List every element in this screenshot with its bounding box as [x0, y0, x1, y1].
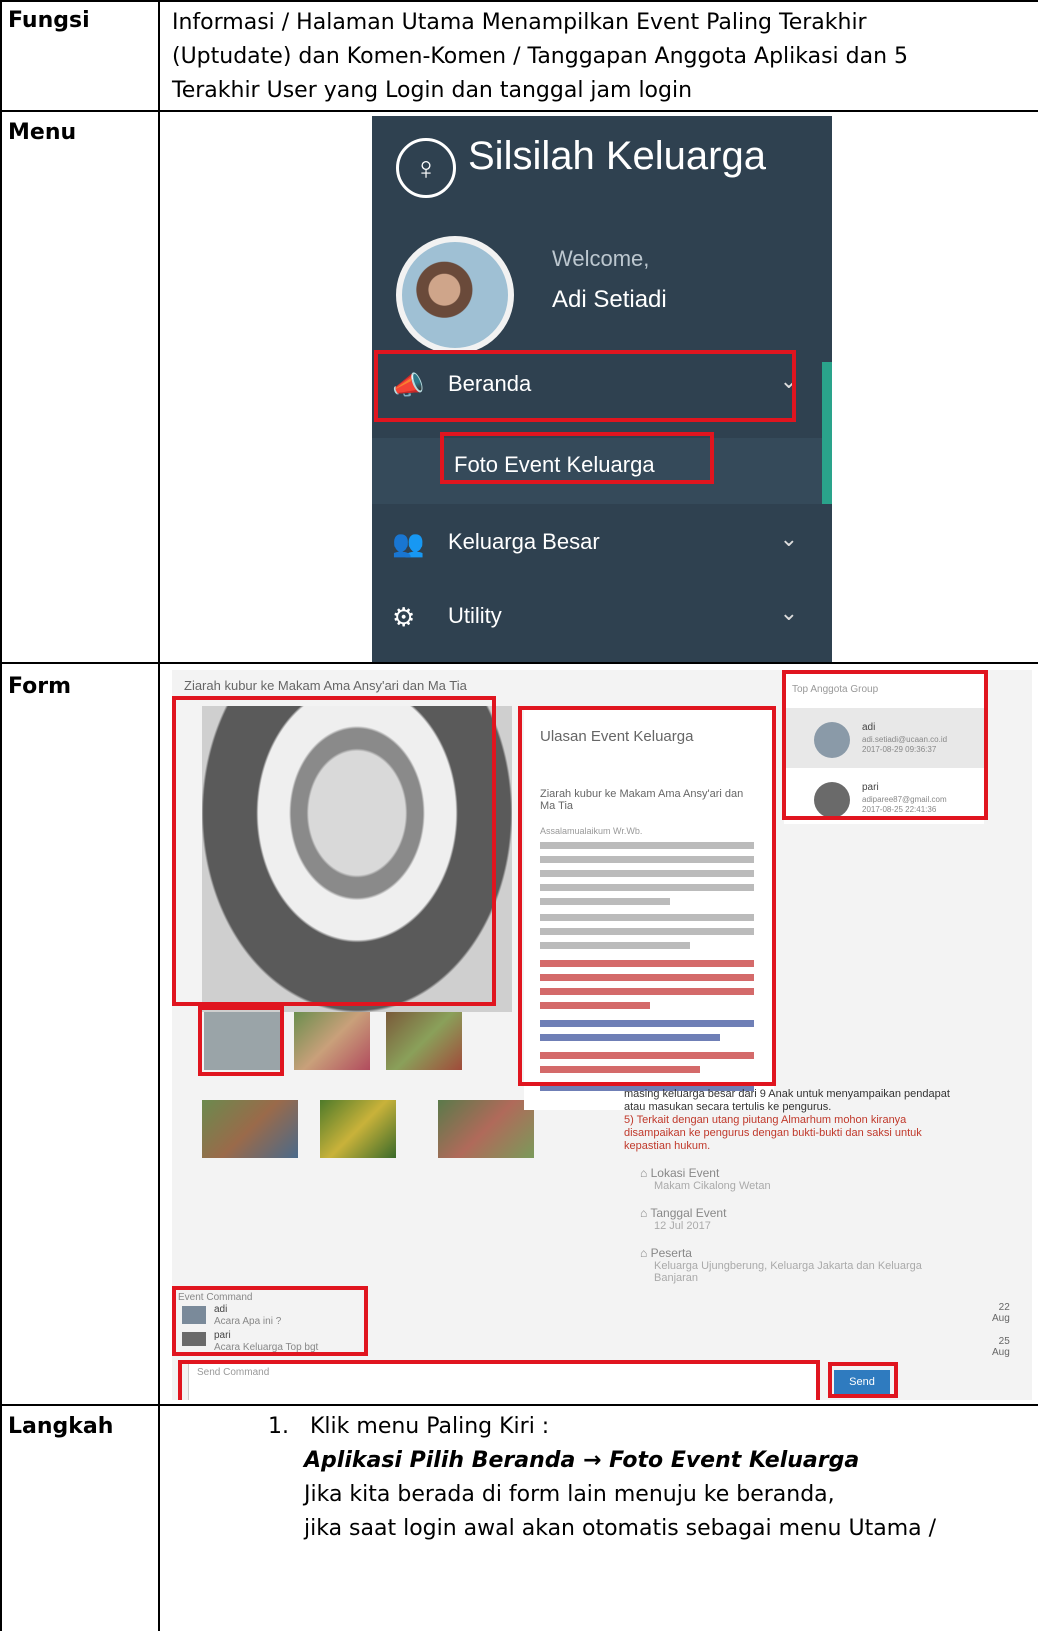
gear-icon: ⚙	[392, 602, 416, 632]
sidebar-item-keluarga-besar[interactable]: 👥 Keluarga Besar ⌄	[372, 512, 832, 572]
comment-day: 22	[998, 1302, 1010, 1313]
app-title: Silsilah Keluarga	[468, 134, 766, 178]
row-divider-3	[0, 1404, 1038, 1406]
avatar	[396, 236, 514, 354]
step-text: jika saat login awal akan otomatis sebag…	[304, 1516, 937, 1541]
sidebar-item-label: Keluarga Besar	[448, 529, 600, 554]
welcome-text: Welcome,	[552, 246, 650, 271]
comment-day: 25	[998, 1336, 1010, 1347]
row-divider-1	[0, 110, 1038, 112]
step-number: 1.	[268, 1414, 289, 1439]
meta-value: Keluarga Ujungberung, Keluarga Jakarta d…	[654, 1260, 922, 1284]
highlight-box-photo	[172, 696, 496, 1006]
person-icon: ♀	[396, 138, 456, 198]
meta-label: Peserta	[650, 1246, 692, 1260]
event-date: ⌂ Tanggal Event 12 Jul 2017	[640, 1206, 726, 1232]
comment-month: Aug	[992, 1347, 1010, 1358]
row-label-form: Form	[8, 674, 72, 699]
highlight-box-beranda	[374, 350, 796, 422]
chevron-down-icon: ⌄	[779, 600, 798, 625]
row-label-fungsi: Fungsi	[8, 8, 90, 33]
fungsi-line: (Uptudate) dan Komen-Komen / Tanggapan A…	[172, 44, 909, 69]
event-form: Ziarah kubur ke Makam Ama Ansy'ari dan M…	[172, 670, 1032, 1400]
step-text: Klik menu Paling Kiri :	[310, 1414, 550, 1439]
fungsi-line: Terakhir User yang Login dan tanggal jam…	[172, 78, 693, 103]
review-text: masing keluarga besar dari 9 Anak untuk …	[624, 1088, 950, 1113]
event-title: Ziarah kubur ke Makam Ama Ansy'ari dan M…	[184, 678, 467, 693]
active-indicator	[822, 362, 832, 504]
fungsi-description: Informasi / Halaman Utama Menampilkan Ev…	[172, 6, 1022, 108]
event-thumbnail[interactable]	[320, 1100, 396, 1158]
event-thumbnail[interactable]	[294, 1012, 370, 1070]
step-path: Aplikasi Pilih Beranda → Foto Event Kelu…	[304, 1448, 860, 1473]
highlight-box-comments	[172, 1286, 368, 1356]
event-thumbnail[interactable]	[438, 1100, 534, 1158]
highlight-box-foto-event	[440, 432, 714, 484]
row-label-langkah: Langkah	[8, 1414, 114, 1439]
review-continuation: masing keluarga besar dari 9 Anak untuk …	[624, 1088, 954, 1153]
users-icon: 👥	[392, 528, 425, 558]
home-icon: ⌂	[640, 1206, 651, 1220]
chevron-down-icon: ⌄	[779, 526, 798, 551]
event-location: ⌂ Lokasi Event Makam Cikalong Wetan	[640, 1166, 771, 1192]
meta-value: 12 Jul 2017	[654, 1220, 711, 1232]
home-icon: ⌂	[640, 1246, 651, 1260]
comment-date: 22 Aug	[992, 1302, 1010, 1324]
highlight-box-comment-input	[178, 1360, 820, 1400]
sidebar-item-utility[interactable]: ⚙ Utility ⌄	[372, 586, 832, 646]
meta-label: Tanggal Event	[650, 1206, 727, 1220]
home-icon: ⌂	[640, 1166, 651, 1180]
meta-value: Makam Cikalong Wetan	[654, 1180, 771, 1192]
event-participants: ⌂ Peserta Keluarga Ujungberung, Keluarga…	[640, 1246, 940, 1284]
steps-list: 1. Klik menu Paling Kiri : Aplikasi Pili…	[268, 1410, 1028, 1546]
user-name: Adi Setiadi	[552, 286, 667, 313]
highlight-box-thumbnail	[198, 1006, 284, 1076]
row-divider-2	[0, 662, 1038, 664]
step-item: 1. Klik menu Paling Kiri :	[268, 1410, 1028, 1444]
event-thumbnail[interactable]	[202, 1100, 298, 1158]
highlight-box-send	[828, 1362, 898, 1398]
review-text: 5) Terkait dengan utang piutang Almarhum…	[624, 1114, 922, 1152]
sidebar-item-label: Utility	[448, 603, 502, 628]
step-text: Jika kita berada di form lain menuju ke …	[304, 1482, 835, 1507]
row-label-menu: Menu	[8, 120, 77, 145]
fungsi-line: Informasi / Halaman Utama Menampilkan Ev…	[172, 10, 867, 35]
event-thumbnail[interactable]	[386, 1012, 462, 1070]
highlight-box-review	[518, 706, 776, 1086]
sidebar-menu: ♀ Silsilah Keluarga Welcome, Adi Setiadi…	[372, 116, 832, 662]
comment-date: 25 Aug	[992, 1336, 1010, 1358]
comment-month: Aug	[992, 1313, 1010, 1324]
highlight-box-members	[782, 670, 988, 820]
table-border-left	[0, 0, 2, 1631]
meta-label: Lokasi Event	[650, 1166, 720, 1180]
table-column-divider	[158, 0, 160, 1631]
table-border-top	[0, 0, 1038, 2]
